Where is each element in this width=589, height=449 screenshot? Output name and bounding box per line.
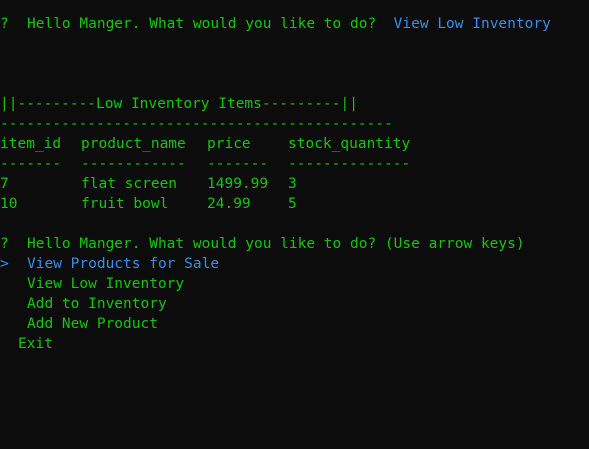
header-product-name: product_name (81, 136, 186, 152)
menu-option-exit[interactable]: Exit (0, 334, 589, 354)
underline-stock-quantity: -------------- (288, 156, 411, 172)
header-stock-quantity: stock_quantity (288, 136, 411, 152)
cell-item-id: 10 (0, 196, 18, 212)
question-mark: ? (0, 236, 9, 252)
menu-option-label: Exit (18, 336, 53, 352)
cell-product-name: fruit bowl (81, 196, 169, 212)
prompt-question: Hello Manger. What would you like to do?… (27, 236, 525, 252)
cell-stock-quantity: 5 (288, 196, 297, 212)
question-mark: ? (0, 16, 9, 32)
table-header-underline: ------- ------------ ------- -------------- (0, 154, 589, 174)
table-title: ||---------Low Inventory Items---------|… (0, 96, 358, 112)
second-prompt-line: ? Hello Manger. What would you like to do… (0, 234, 589, 254)
prompt-answer: View Low Inventory (393, 16, 551, 32)
header-price: price (207, 136, 251, 152)
menu-option-label: View Products for Sale (27, 256, 220, 272)
underline-item-id: ------- (0, 156, 62, 172)
pointer-icon: > (0, 256, 9, 272)
header-item-id: item_id (0, 136, 62, 152)
menu-option-label: Add New Product (27, 316, 158, 332)
table-rule: ----------------------------------------… (0, 116, 393, 132)
cell-stock-quantity: 3 (288, 176, 297, 192)
cell-item-id: 7 (0, 176, 9, 192)
terminal-window: ? Hello Manger. What would you like to do… (0, 14, 589, 354)
menu-option-label: Add to Inventory (27, 296, 167, 312)
menu-option-view-products[interactable]: > View Products for Sale (0, 254, 589, 274)
underline-price: ------- (207, 156, 269, 172)
menu-option-label: View Low Inventory (27, 276, 185, 292)
menu-option-add-new-product[interactable]: Add New Product (0, 314, 589, 334)
underline-product-name: ------------ (81, 156, 186, 172)
menu-option-add-to-inventory[interactable]: Add to Inventory (0, 294, 589, 314)
cell-product-name: flat screen (81, 176, 178, 192)
first-prompt-line: ? Hello Manger. What would you like to do… (0, 14, 589, 34)
table-row: 7 flat screen 1499.99 3 (0, 174, 589, 194)
menu-option-view-low-inventory[interactable]: View Low Inventory (0, 274, 589, 294)
cell-price: 1499.99 (207, 176, 269, 192)
table-row: 10 fruit bowl 24.99 5 (0, 194, 589, 214)
table-header-row: item_id product_name price stock_quantity (0, 134, 589, 154)
cell-price: 24.99 (207, 196, 251, 212)
prompt-question: Hello Manger. What would you like to do? (27, 16, 377, 32)
